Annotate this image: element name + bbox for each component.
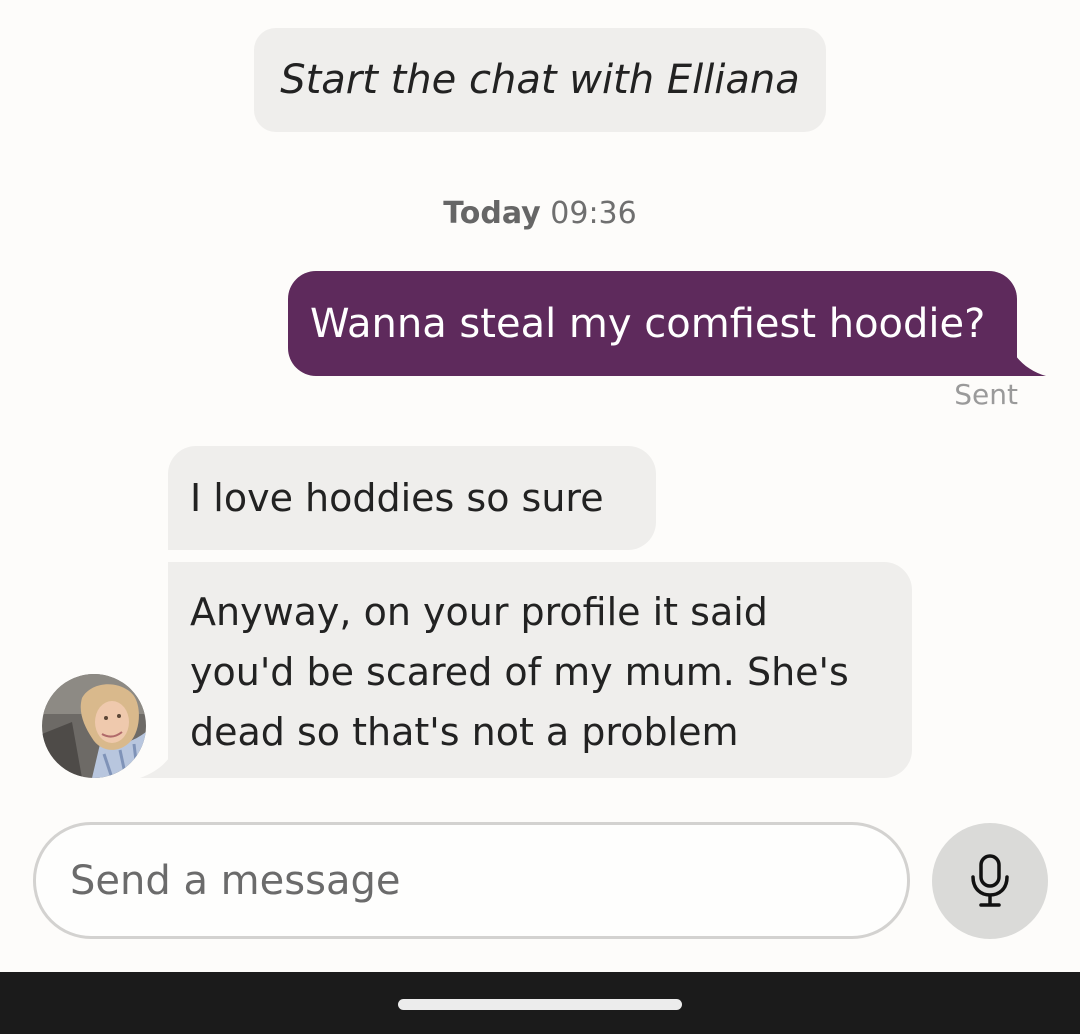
outgoing-message-text: Wanna steal my comfiest hoodie? xyxy=(310,300,986,347)
message-input-placeholder: Send a message xyxy=(70,857,401,904)
avatar-photo xyxy=(42,674,146,778)
incoming-message-bubble[interactable]: I love hoddies so sure xyxy=(168,446,656,550)
timestamp-day: Today xyxy=(443,196,541,231)
chat-start-prompt: Start the chat with Elliana xyxy=(254,28,826,132)
timestamp-time: 09:36 xyxy=(550,196,637,231)
outgoing-message-bubble[interactable]: Wanna steal my comfiest hoodie? xyxy=(288,271,1017,376)
microphone-icon xyxy=(971,854,1009,907)
outgoing-bubble-tail xyxy=(1004,330,1046,376)
incoming-bubble-tail xyxy=(140,730,180,778)
avatar[interactable] xyxy=(42,674,146,778)
incoming-message-text: I love hoddies so sure xyxy=(190,476,604,520)
message-input[interactable]: Send a message xyxy=(33,822,910,939)
incoming-message-bubble[interactable]: Anyway, on your profile it said you'd be… xyxy=(168,562,912,778)
incoming-message-line: you'd be scared of my mum. She's xyxy=(190,650,849,694)
incoming-message-line: dead so that's not a problem xyxy=(190,710,739,754)
incoming-message-line: Anyway, on your profile it said xyxy=(190,590,768,634)
sent-status: Sent xyxy=(954,378,1018,411)
home-indicator[interactable] xyxy=(398,999,682,1010)
voice-message-button[interactable] xyxy=(932,823,1048,939)
system-navigation-bar xyxy=(0,972,1080,1034)
message-timestamp: Today 09:36 xyxy=(0,196,1080,231)
